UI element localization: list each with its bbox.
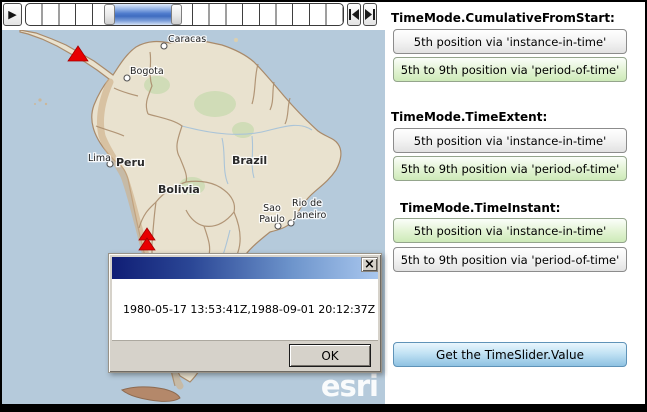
label-bogota: Bogota (130, 66, 164, 77)
control-panel: TimeMode.CumulativeFromStart: 5th positi… (388, 2, 645, 404)
label-sao-paulo-2: Paulo (259, 214, 285, 225)
close-icon: × (364, 258, 375, 271)
timeextent-instance-button[interactable]: 5th position via 'instance-in-time' (393, 128, 627, 153)
timeextent-period-button[interactable]: 5th to 9th position via 'period-of-time' (393, 156, 627, 181)
label-rio-1: Rio de (292, 198, 322, 209)
time-slider-range-fill (110, 4, 177, 25)
label-peru: Peru (116, 156, 145, 169)
cumulative-period-button[interactable]: 5th to 9th position via 'period-of-time' (393, 57, 627, 82)
caracas-marker (161, 43, 167, 49)
dialog-message: 1980-05-17 13:53:41Z,1988-09-01 20:12:37… (123, 303, 375, 316)
section-heading-cumulative: TimeMode.CumulativeFromStart: (391, 11, 615, 25)
next-step-button[interactable] (363, 3, 377, 26)
close-button[interactable]: × (361, 257, 378, 272)
section-heading-timeextent: TimeMode.TimeExtent: (391, 110, 547, 124)
dialog-body: 1980-05-17 13:53:41Z,1988-09-01 20:12:37… (112, 279, 378, 341)
island-dot (38, 98, 41, 101)
app-window: ▶ (0, 0, 647, 412)
time-slider-max-thumb[interactable] (171, 4, 182, 25)
label-lima: Lima (88, 153, 111, 164)
get-timeslider-value-button[interactable]: Get the TimeSlider.Value (393, 342, 627, 367)
time-slider: ▶ (2, 2, 386, 29)
message-dialog: × 1980-05-17 13:53:41Z,1988-09-01 20:12:… (108, 253, 382, 373)
island-dot (34, 103, 36, 105)
island-dot (45, 103, 47, 105)
section-heading-timeinstant: TimeMode.TimeInstant: (400, 201, 560, 215)
ok-button[interactable]: OK (289, 344, 371, 367)
step-next-icon (365, 9, 375, 20)
esri-logo: esri (321, 372, 378, 401)
cumulative-instance-button[interactable]: 5th position via 'instance-in-time' (393, 29, 627, 54)
time-slider-track[interactable] (25, 3, 344, 26)
label-rio-2: Janeiro (293, 210, 327, 221)
label-caracas: Caracas (168, 34, 206, 45)
label-brazil: Brazil (232, 154, 267, 167)
island-dot (234, 38, 238, 42)
previous-step-button[interactable] (347, 3, 361, 26)
play-icon: ▶ (8, 8, 16, 21)
timeinstant-instance-button[interactable]: 5th position via 'instance-in-time' (393, 218, 627, 243)
timeinstant-period-button[interactable]: 5th to 9th position via 'period-of-time' (393, 247, 627, 272)
play-button[interactable]: ▶ (3, 3, 22, 26)
step-previous-icon (349, 9, 359, 20)
label-sao-paulo-1: Sao (263, 203, 281, 214)
dialog-title-bar[interactable] (112, 257, 378, 279)
label-bolivia: Bolivia (158, 183, 200, 196)
time-slider-min-thumb[interactable] (104, 4, 115, 25)
